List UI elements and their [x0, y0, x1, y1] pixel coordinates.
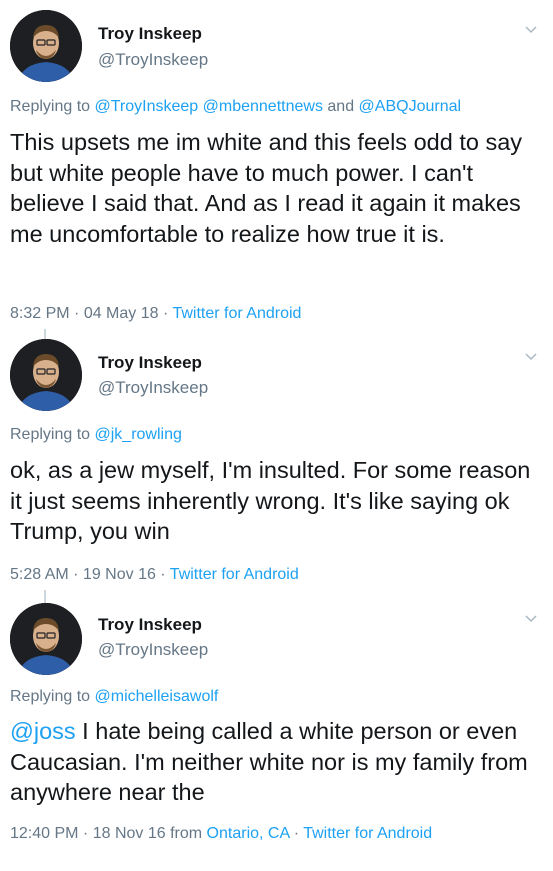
- avatar[interactable]: [10, 339, 82, 411]
- tweet-date[interactable]: 18 Nov 16: [93, 825, 166, 842]
- user-handle[interactable]: @TroyInskeep: [98, 640, 208, 660]
- tweet-time[interactable]: 5:28 AM: [10, 566, 69, 583]
- tweet-location-link[interactable]: Ontario, CA: [207, 825, 290, 842]
- chevron-down-icon[interactable]: [523, 611, 539, 627]
- chevron-down-icon[interactable]: [523, 22, 539, 38]
- tweet-text: This upsets me im white and this feels o…: [10, 129, 523, 247]
- reply-mention-link[interactable]: @TroyInskeep: [95, 98, 199, 115]
- replying-to-label: Replying to: [10, 98, 95, 115]
- separator: ·: [68, 566, 83, 583]
- chevron-down-icon[interactable]: [523, 349, 539, 365]
- tweet-meta: 12:40 PM · 18 Nov 16 from Ontario, CA · …: [10, 825, 432, 843]
- tweet-3[interactable]: Troy Inskeep @TroyInskeep Replying to @m…: [0, 597, 553, 871]
- tweet-text-content: I hate being called a white person or ev…: [10, 718, 528, 805]
- separator: ·: [155, 566, 170, 583]
- tweet-client-link[interactable]: Twitter for Android: [303, 825, 432, 842]
- tweet-meta: 5:28 AM · 19 Nov 16 · Twitter for Androi…: [10, 566, 299, 584]
- replying-to-label: Replying to: [10, 688, 95, 705]
- tweet-meta: 8:32 PM · 04 May 18 · Twitter for Androi…: [10, 305, 301, 323]
- separator: ·: [158, 305, 173, 322]
- replying-to: Replying to @michelleisawolf: [10, 688, 218, 706]
- user-handle[interactable]: @TroyInskeep: [98, 50, 208, 70]
- tweet-2[interactable]: Troy Inskeep @TroyInskeep Replying to @j…: [0, 335, 553, 597]
- tweet-date[interactable]: 04 May 18: [84, 305, 159, 322]
- separator: ·: [69, 305, 84, 322]
- replying-to: Replying to @TroyInskeep @mbennettnews a…: [10, 98, 461, 116]
- tweet-client-link[interactable]: Twitter for Android: [172, 305, 301, 322]
- tweet-1[interactable]: Troy Inskeep @TroyInskeep Replying to @T…: [0, 0, 553, 335]
- avatar[interactable]: [10, 603, 82, 675]
- replying-to: Replying to @jk_rowling: [10, 426, 182, 444]
- user-name[interactable]: Troy Inskeep: [98, 24, 202, 44]
- reply-mention-link[interactable]: @jk_rowling: [95, 426, 182, 443]
- user-name[interactable]: Troy Inskeep: [98, 353, 202, 373]
- tweet-client-link[interactable]: Twitter for Android: [170, 566, 299, 583]
- reply-mention-link[interactable]: @michelleisawolf: [95, 688, 219, 705]
- tweet-text: @joss I hate being called a white person…: [10, 716, 540, 808]
- tweet-date[interactable]: 19 Nov 16: [83, 566, 156, 583]
- separator: ·: [78, 825, 93, 842]
- reply-joiner: and: [322, 98, 359, 115]
- tweet-time[interactable]: 12:40 PM: [10, 825, 78, 842]
- reply-mention-link[interactable]: @mbennettnews: [203, 98, 323, 115]
- profile-photo: [10, 10, 82, 82]
- avatar[interactable]: [10, 10, 82, 82]
- tweet-time[interactable]: 8:32 PM: [10, 305, 70, 322]
- reply-mention-link[interactable]: @ABQJournal: [359, 98, 462, 115]
- separator: ·: [289, 825, 304, 842]
- user-name[interactable]: Troy Inskeep: [98, 615, 202, 635]
- user-handle[interactable]: @TroyInskeep: [98, 378, 208, 398]
- body-mention-link[interactable]: @joss: [10, 718, 76, 744]
- profile-photo: [10, 339, 82, 411]
- from-label: from: [170, 825, 203, 842]
- profile-photo: [10, 603, 82, 675]
- replying-to-label: Replying to: [10, 426, 95, 443]
- tweet-text: ok, as a jew myself, I'm insulted. For s…: [10, 457, 531, 544]
